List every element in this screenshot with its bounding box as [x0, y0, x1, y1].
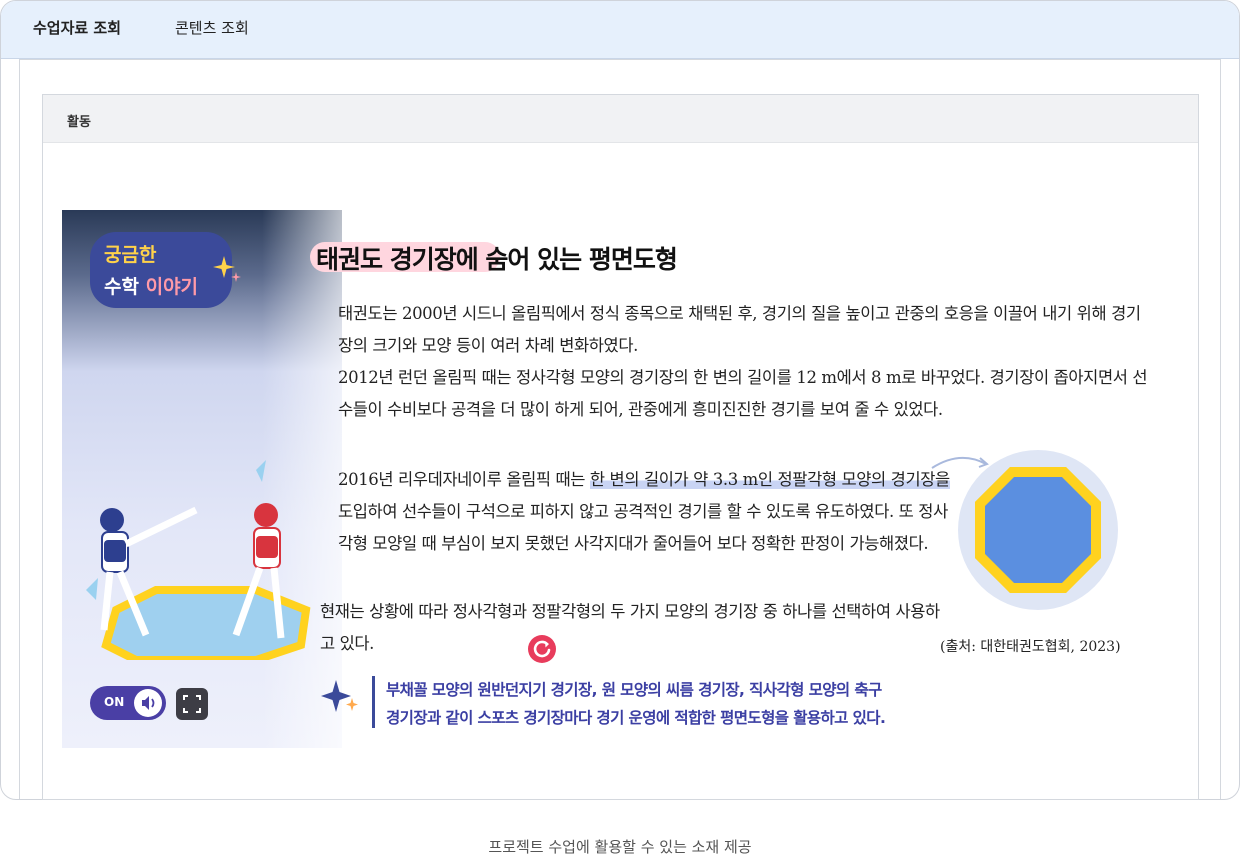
refresh-button[interactable] [528, 635, 556, 663]
paragraph-4: 현재는 상황에 따라 정사각형과 정팔각형의 두 가지 모양의 경기장 중 하나… [320, 602, 940, 653]
tip-divider [372, 676, 375, 728]
tab-content-search[interactable]: 콘텐츠 조회 [175, 17, 249, 38]
paragraph-1: 태권도는 2000년 시드니 올림픽에서 정식 종목으로 채택된 후, 경기의 … [338, 304, 1141, 355]
series-badge-line1: 궁금한 [104, 244, 157, 266]
series-badge-line2b: 이야기 [145, 276, 199, 298]
fullscreen-button[interactable] [176, 688, 208, 720]
tab-lesson-materials[interactable]: 수업자료 조회 [33, 17, 121, 38]
tab-bar: 수업자료 조회 콘텐츠 조회 [1, 1, 1239, 59]
lesson-slide: 궁금한 수학 이야기 태권도 경기장에 숨어 있는 평면도형 태권도는 2000… [62, 210, 1148, 750]
taekwondo-athletes-illustration [86, 460, 311, 660]
audio-toggle-knob [134, 689, 162, 717]
panel-title: 활동 [67, 115, 91, 130]
refresh-icon [533, 640, 551, 658]
tip-line-2: 경기장과 같이 스포츠 경기장마다 경기 운영에 적합한 평면도형을 활용하고 … [386, 709, 886, 727]
audio-toggle-label: ON [104, 695, 125, 709]
audio-toggle[interactable]: ON [90, 686, 166, 720]
panel-header: 활동 [43, 95, 1198, 143]
tip-line-1: 부채꼴 모양의 원반던지기 경기장, 원 모양의 씨름 경기장, 직사각형 모양… [386, 681, 882, 699]
paragraph-3: 2016년 리우데자네이루 올림픽 때는 한 변의 길이가 약 3.3 m인 정… [320, 464, 950, 560]
series-badge: 궁금한 수학 이야기 [90, 232, 241, 308]
octagon-arena-icon [975, 467, 1101, 593]
image-caption: 프로젝트 수업에 활용할 수 있는 소재 제공 [488, 838, 752, 856]
speaker-icon [142, 696, 155, 710]
source-note: (출처: 대한태권도협회, 2023) [940, 639, 1121, 655]
paragraph-3-highlight: 한 변의 길이가 약 3.3 m인 정팔각형 모양의 경기장을 [589, 470, 950, 489]
paragraph-2: 2012년 런던 올림픽 때는 정사각형 모양의 경기장의 한 변의 길이를 1… [338, 368, 1148, 419]
sparkle-icon [321, 680, 358, 712]
pointer-arrow-icon [931, 457, 989, 469]
series-badge-line2: 수학 이야기 [104, 272, 198, 299]
paragraph-3-end: 도입하여 선수들이 구석으로 피하지 않고 공격적인 경기를 할 수 있도록 유… [338, 502, 948, 553]
sparkle-icon [213, 256, 241, 282]
slide-heading: 태권도 경기장에 숨어 있는 평면도형 [316, 245, 678, 274]
tip-text: 부채꼴 모양의 원반던지기 경기장, 원 모양의 씨름 경기장, 직사각형 모양… [386, 676, 1026, 732]
series-badge-line2a: 수학 [104, 276, 139, 298]
fullscreen-icon [183, 695, 201, 713]
paragraph-3-start: 2016년 리우데자네이루 올림픽 때는 [338, 470, 590, 489]
